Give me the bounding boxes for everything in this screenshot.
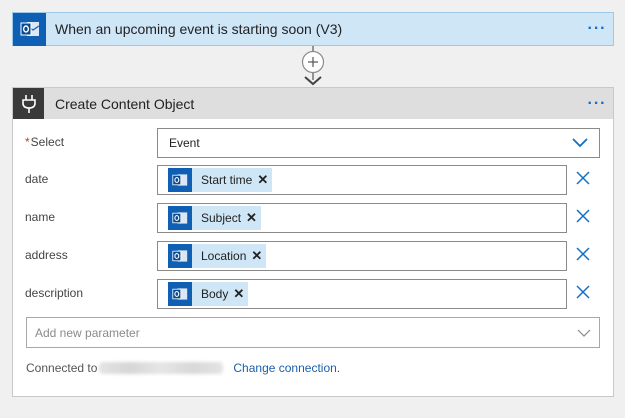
remove-param-icon[interactable] <box>575 170 591 186</box>
token-remove-icon[interactable]: ✕ <box>233 286 244 302</box>
select-label: *Select <box>25 135 64 149</box>
remove-param-icon[interactable] <box>575 284 591 300</box>
chevron-down-icon <box>577 329 591 337</box>
dynamic-token[interactable]: Location ✕ <box>168 244 267 268</box>
param-input[interactable]: Start time ✕ <box>157 165 567 195</box>
dynamic-token[interactable]: Subject ✕ <box>168 206 261 230</box>
change-connection-link[interactable]: Change connection. <box>233 361 340 375</box>
param-row-address: address Location ✕ <box>13 241 613 272</box>
outlook-icon <box>168 244 192 268</box>
param-label: address <box>25 248 68 262</box>
param-row-description: description Body ✕ <box>13 279 613 310</box>
dynamic-token[interactable]: Body ✕ <box>168 282 249 306</box>
connection-info: Connected to Change connection. <box>26 361 340 375</box>
action-card: Create Content Object ··· *Select Event … <box>12 87 614 397</box>
trigger-title: When an upcoming event is starting soon … <box>55 21 343 37</box>
token-label: Start time <box>201 173 253 187</box>
add-parameter-dropdown[interactable]: Add new parameter <box>26 317 600 348</box>
dynamic-token[interactable]: Start time ✕ <box>168 168 273 192</box>
select-dropdown[interactable]: Event <box>157 128 600 158</box>
param-input[interactable]: Body ✕ <box>157 279 567 309</box>
param-label: date <box>25 172 49 186</box>
outlook-icon <box>13 12 46 46</box>
select-value: Event <box>169 136 200 150</box>
param-label: description <box>25 286 84 300</box>
add-parameter-placeholder: Add new parameter <box>35 325 140 340</box>
outlook-icon <box>168 206 192 230</box>
remove-param-icon[interactable] <box>575 246 591 262</box>
remove-param-icon[interactable] <box>575 208 591 224</box>
chevron-down-icon <box>572 138 588 148</box>
trigger-card[interactable]: When an upcoming event is starting soon … <box>12 12 614 46</box>
token-remove-icon[interactable]: ✕ <box>251 248 262 264</box>
outlook-icon <box>168 168 192 192</box>
action-title: Create Content Object <box>55 95 195 112</box>
param-row-date: date Start time ✕ <box>13 165 613 196</box>
outlook-icon <box>168 282 192 306</box>
param-input[interactable]: Subject ✕ <box>157 203 567 233</box>
token-label: Location <box>201 249 247 263</box>
connected-prefix: Connected to <box>26 361 98 375</box>
token-label: Subject <box>201 211 242 225</box>
trigger-more-menu[interactable]: ··· <box>581 21 613 37</box>
add-step-connector[interactable] <box>300 46 326 86</box>
plug-icon <box>13 88 44 119</box>
select-row: *Select Event <box>13 128 613 159</box>
token-remove-icon[interactable]: ✕ <box>246 210 257 226</box>
param-input[interactable]: Location ✕ <box>157 241 567 271</box>
redacted-connection-name <box>99 362 224 374</box>
action-more-menu[interactable]: ··· <box>581 95 613 111</box>
param-row-name: name Subject ✕ <box>13 203 613 234</box>
required-mark: * <box>25 135 30 149</box>
select-label-text: Select <box>30 135 65 149</box>
token-label: Body <box>201 287 229 301</box>
param-label: name <box>25 210 56 224</box>
token-remove-icon[interactable]: ✕ <box>257 172 268 188</box>
action-header[interactable]: Create Content Object ··· <box>13 88 613 119</box>
